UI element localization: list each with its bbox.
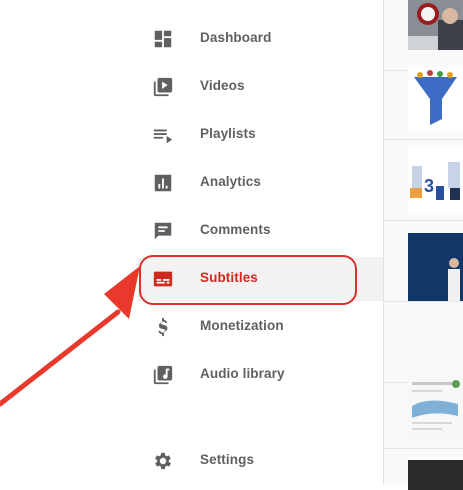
subtitles-icon (153, 271, 173, 287)
video-row[interactable]: 3 (384, 140, 463, 221)
audio-library-icon (153, 365, 173, 385)
video-thumbnail[interactable] (408, 233, 463, 301)
analytics-icon (154, 174, 172, 192)
video-row[interactable] (384, 221, 463, 302)
video-row[interactable] (384, 59, 463, 140)
sidebar-item-videos[interactable]: Videos (138, 65, 384, 109)
sidebar-item-analytics[interactable]: Analytics (138, 161, 384, 205)
sidebar-item-dashboard[interactable]: Dashboard (138, 17, 384, 61)
comments-icon (154, 222, 172, 240)
sidebar-item-audio-library[interactable]: Audio library (138, 353, 384, 397)
settings-icon (155, 452, 171, 470)
sidebar-item-label: Comments (200, 222, 271, 237)
svg-text:3: 3 (424, 176, 434, 196)
video-list: 3 (384, 0, 463, 490)
video-thumbnail[interactable] (408, 0, 463, 50)
dashboard-icon (154, 30, 172, 48)
sidebar-item-settings[interactable]: Settings (138, 439, 384, 483)
sidebar-item-label: Playlists (200, 126, 256, 141)
sidebar-item-label: Subtitles (200, 270, 258, 285)
sidebar-item-label: Analytics (200, 174, 261, 189)
video-row[interactable] (384, 368, 463, 449)
sidebar-item-label: Audio library (200, 366, 285, 381)
video-thumbnail[interactable] (408, 67, 463, 131)
playlists-icon (153, 129, 173, 144)
video-thumbnail[interactable] (408, 460, 463, 490)
sidebar-item-playlists[interactable]: Playlists (138, 113, 384, 157)
sidebar-item-label: Videos (200, 78, 245, 93)
sidebar-item-label: Monetization (200, 318, 284, 333)
video-thumbnail[interactable] (408, 376, 463, 440)
sidebar-item-comments[interactable]: Comments (138, 209, 384, 253)
monetization-icon (158, 317, 168, 337)
videos-icon (153, 77, 173, 97)
sidebar-item-label: Dashboard (200, 30, 272, 45)
sidebar-item-monetization[interactable]: Monetization (138, 305, 384, 349)
video-thumbnail[interactable]: 3 (408, 148, 463, 212)
video-row[interactable] (384, 448, 463, 490)
sidebar-item-subtitles[interactable]: Subtitles (138, 257, 384, 301)
sidebar-item-label: Settings (200, 452, 255, 467)
studio-sidebar: Dashboard Videos Playlists Analytics Com… (0, 0, 384, 485)
